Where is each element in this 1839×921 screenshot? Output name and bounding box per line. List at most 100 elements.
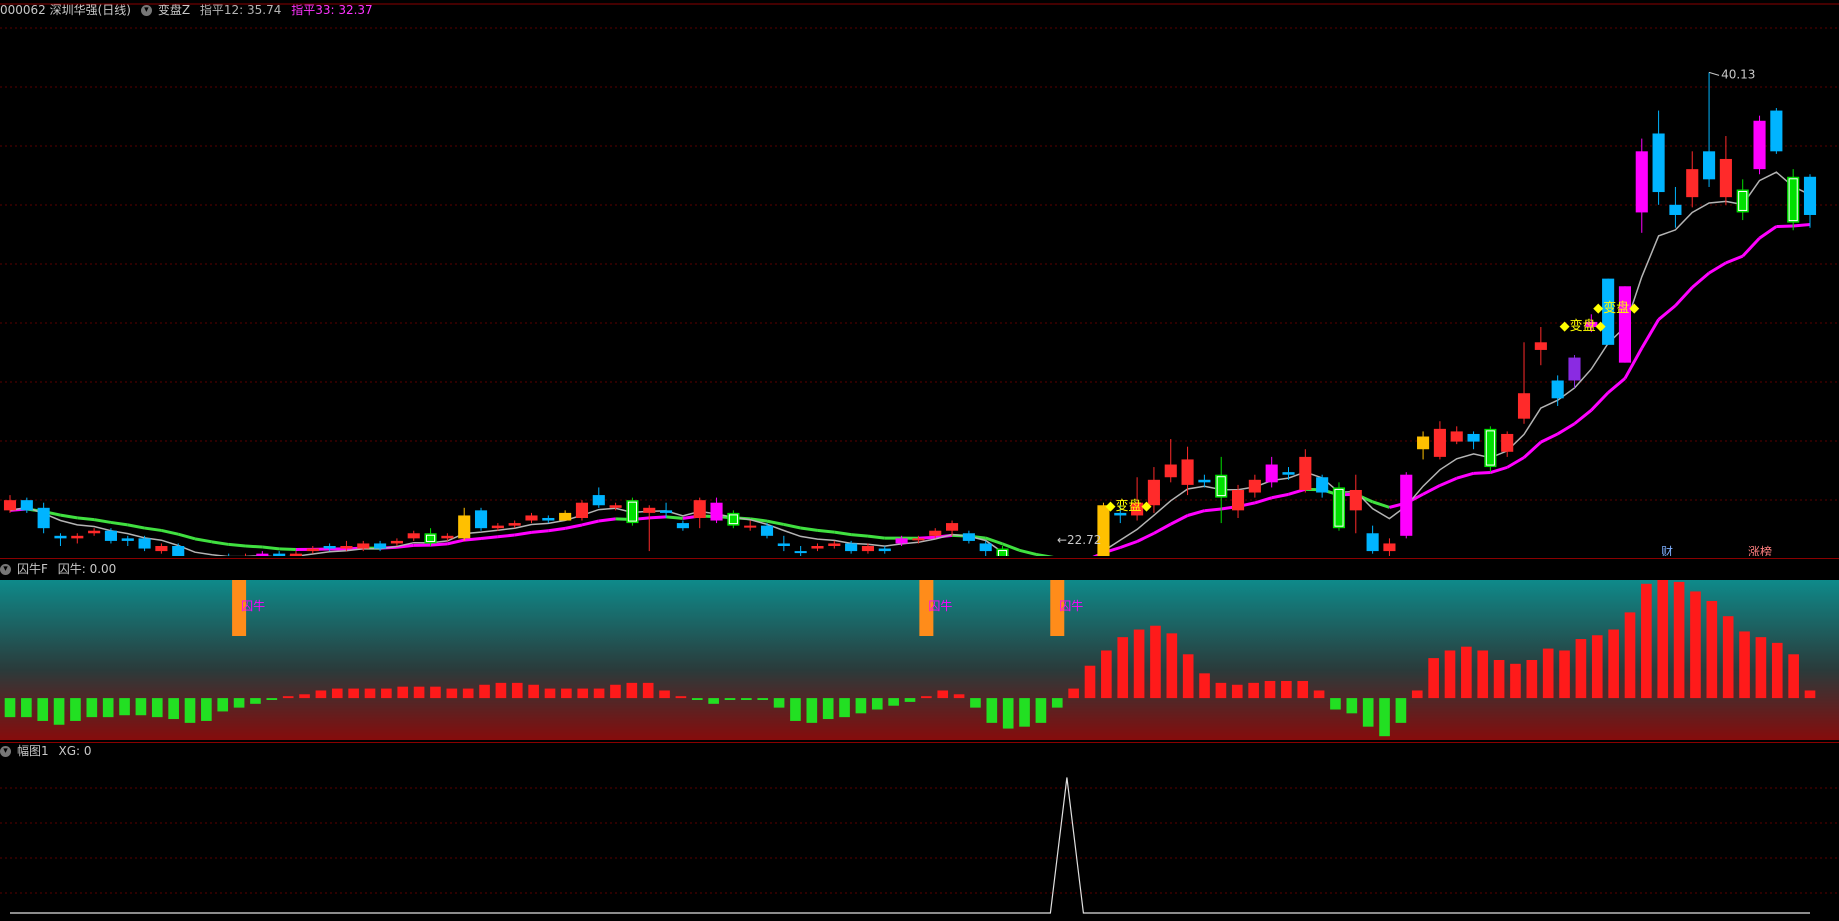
panel2-value: 囚牛: 0.00 [57, 562, 117, 576]
oscillator-bar [1461, 646, 1472, 699]
candle-body [559, 512, 572, 521]
ma-long-segment [110, 520, 128, 527]
oscillator-bar [1591, 635, 1603, 699]
candle-body [1417, 436, 1430, 450]
ma-long-segment [867, 534, 885, 540]
candle-body [895, 538, 908, 544]
panel3-dropdown-icon[interactable]: ▾ [0, 746, 11, 757]
candle-body [1719, 158, 1732, 198]
qiuniu-signal-label: 囚牛 [928, 598, 952, 613]
oscillator-bar [1182, 654, 1194, 699]
ma-long-segment [1523, 441, 1542, 459]
candle-body [1803, 176, 1817, 215]
oscillator-bar [331, 688, 343, 699]
oscillator-bar [986, 698, 998, 723]
candle-body [1231, 489, 1245, 511]
candle-body [525, 515, 538, 521]
oscillator-bar [119, 698, 130, 716]
ma-long-segment [1018, 548, 1037, 556]
oscillator-bar [1722, 616, 1734, 699]
candle-body [172, 546, 185, 556]
candle-body [861, 546, 874, 552]
panel-divider-1 [0, 558, 1839, 559]
candle-body [1198, 479, 1211, 483]
oscillator-bar [1428, 658, 1439, 699]
panel2-dropdown-icon[interactable]: ▾ [0, 564, 11, 575]
candle-body [374, 543, 387, 549]
ma-long-segment [1473, 471, 1491, 475]
oscillator-bar [593, 688, 605, 699]
ma-long-segment [1170, 514, 1189, 526]
oscillator-bar [102, 698, 114, 718]
oscillator-bar [266, 698, 278, 700]
ma-long-segment [1422, 484, 1441, 496]
ma-long-segment [850, 533, 869, 538]
candle-body [155, 546, 168, 552]
ma-long-segment [1725, 254, 1744, 265]
oscillator-bar [871, 698, 883, 710]
oscillator-bar [1248, 682, 1259, 699]
ma-long-segment [1456, 471, 1474, 480]
oscillator-bar [691, 698, 703, 700]
candle-body [1568, 357, 1581, 381]
ma-long-segment [548, 526, 566, 533]
candle-body [1635, 151, 1648, 213]
oscillator-bar [4, 698, 16, 718]
candle-body [1652, 133, 1665, 193]
panel2-header: ▾ 囚牛F 囚牛: 0.00 [0, 559, 122, 579]
oscillator-bar [953, 694, 965, 699]
ma-long-segment [1439, 476, 1458, 487]
candle-body [1450, 431, 1463, 442]
oscillator-bar [1297, 680, 1309, 699]
bianpan-signal-label: ◆变盘◆ [1593, 300, 1639, 316]
oscillator-bar [626, 682, 638, 699]
oscillator-bar [1281, 680, 1292, 699]
oscillator-bar [806, 698, 818, 723]
panel3-name[interactable]: 幅图1 [17, 744, 49, 758]
price-chart[interactable]: 40.13 ←22.72 ◆变盘◆ ◆变盘◆ ◆变盘◆ 财 涨榜 [0, 0, 1839, 556]
oscillator-bar [1362, 698, 1374, 727]
candle-body [1248, 479, 1261, 493]
ma-long-segment [1254, 496, 1273, 505]
oscillator-bar [430, 686, 441, 699]
candle-body [256, 553, 269, 556]
oscillator-bar [1231, 684, 1243, 699]
oscillator-bar [724, 698, 736, 700]
cai-flag: 财 [1661, 545, 1673, 556]
ma-long-segment [279, 547, 297, 552]
oscillator-bar [970, 698, 981, 708]
oscillator-bar [495, 682, 507, 699]
candle-body [979, 543, 992, 552]
oscillator-bar [561, 688, 572, 699]
oscillator-bar [151, 698, 163, 718]
candle-body [1400, 474, 1413, 536]
ma-long-segment [564, 523, 583, 530]
ma-long-segment [211, 540, 229, 546]
ma-long-segment [1187, 509, 1205, 517]
panel2-name[interactable]: 囚牛F [17, 562, 48, 576]
candle-body [811, 546, 824, 549]
oscillator-bar [921, 696, 932, 699]
oscillator-bar [1755, 637, 1767, 699]
oscillator-bar [1575, 639, 1587, 699]
candle-body [693, 500, 706, 518]
ma-long-segment [1489, 465, 1508, 474]
oscillator-bar [1150, 625, 1161, 699]
oscillator-bar [1051, 698, 1063, 708]
oscillator-bar [1739, 631, 1750, 699]
oscillator-bar [135, 698, 147, 716]
oscillator-bar [1510, 663, 1521, 699]
oscillator-chart[interactable]: 囚牛 囚牛 囚牛 [0, 580, 1839, 740]
oscillator-bar [446, 688, 458, 699]
oscillator-bar [1264, 680, 1276, 699]
oscillator-bar [1493, 660, 1505, 699]
xg-chart[interactable] [0, 760, 1839, 920]
oscillator-bar [544, 688, 556, 699]
candle-body [104, 530, 117, 541]
ma-long-segment [1119, 540, 1138, 549]
oscillator-bar [1035, 698, 1047, 723]
oscillator-bar [299, 694, 310, 699]
candle-body [340, 546, 353, 549]
candle-body [1534, 342, 1547, 350]
oscillator-bar [1313, 690, 1325, 699]
